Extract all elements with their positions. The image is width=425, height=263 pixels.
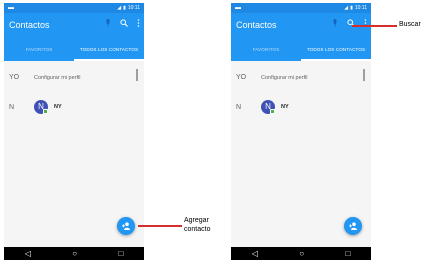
phone-screen-left: ▬ ◢ ▮ 10:11 Contactos FAVORITOS TODOS LO… — [4, 3, 144, 260]
more-vert-icon[interactable] — [364, 19, 367, 29]
callout-agregar-contacto: Agregar contacto — [184, 217, 211, 233]
tab-todos-los-contactos[interactable]: TODOS LOS CONTACTOS — [301, 39, 371, 61]
contact-name[interactable]: NY — [281, 104, 289, 110]
phone-screen-right: ▬ ◢ ▮ 10:11 Contactos FAVORITOS TODOS LO… — [231, 3, 371, 260]
home-icon[interactable]: ○ — [72, 249, 77, 258]
tab-favoritos[interactable]: FAVORITOS — [4, 39, 74, 61]
microphone-icon[interactable] — [105, 19, 111, 29]
signal-icon: ◢ — [344, 5, 349, 11]
search-icon[interactable] — [347, 19, 355, 29]
clock: 10:11 — [354, 5, 367, 11]
section-header-me: YO — [9, 74, 20, 81]
add-contact-button[interactable] — [344, 217, 362, 235]
battery-icon: ▮ — [123, 5, 126, 11]
tab-favoritos[interactable]: FAVORITOS — [231, 39, 301, 61]
back-icon[interactable]: ◁ — [252, 249, 258, 258]
more-vert-icon[interactable] — [137, 19, 140, 29]
search-icon[interactable] — [120, 19, 128, 29]
callout-line-agregar — [138, 225, 182, 227]
section-header-n: N — [236, 104, 242, 111]
recents-icon[interactable]: □ — [118, 249, 123, 258]
app-bar: Contactos — [4, 13, 144, 39]
status-bar: ▬ ◢ ▮ 10:11 — [231, 3, 371, 13]
back-icon[interactable]: ◁ — [25, 249, 31, 258]
sim-badge-icon — [270, 109, 275, 114]
microphone-icon[interactable] — [332, 19, 338, 29]
callout-line-buscar — [352, 25, 397, 27]
add-contact-button[interactable] — [117, 217, 135, 235]
setup-profile-item[interactable]: Configurar mi perfil — [34, 75, 80, 81]
section-header-n: N — [9, 104, 15, 111]
battery-icon: ▮ — [350, 5, 353, 11]
tab-bar: FAVORITOS TODOS LOS CONTACTOS — [231, 39, 371, 61]
tab-todos-los-contactos[interactable]: TODOS LOS CONTACTOS — [74, 39, 144, 61]
contact-name[interactable]: NY — [54, 104, 62, 110]
setup-profile-item[interactable]: Configurar mi perfil — [261, 75, 307, 81]
notification-icon: ▬ — [235, 5, 241, 11]
section-header-me: YO — [236, 74, 247, 81]
navigation-bar: ◁ ○ □ — [4, 247, 144, 260]
callout-buscar: Buscar — [399, 21, 421, 28]
app-title: Contactos — [236, 20, 277, 30]
status-bar: ▬ ◢ ▮ 10:11 — [4, 3, 144, 13]
contact-list: YO Configurar mi perfil N N NY — [231, 61, 371, 247]
tab-bar: FAVORITOS TODOS LOS CONTACTOS — [4, 39, 144, 61]
recents-icon[interactable]: □ — [345, 249, 350, 258]
notification-icon: ▬ — [8, 5, 14, 11]
app-title: Contactos — [9, 20, 50, 30]
contact-list: YO Configurar mi perfil N N NY — [4, 61, 144, 247]
app-bar: Contactos — [231, 13, 371, 39]
home-icon[interactable]: ○ — [299, 249, 304, 258]
scrollbar[interactable] — [136, 69, 138, 81]
scrollbar[interactable] — [363, 69, 365, 81]
navigation-bar: ◁ ○ □ — [231, 247, 371, 260]
clock: 10:11 — [127, 5, 140, 11]
signal-icon: ◢ — [117, 5, 122, 11]
sim-badge-icon — [43, 109, 48, 114]
